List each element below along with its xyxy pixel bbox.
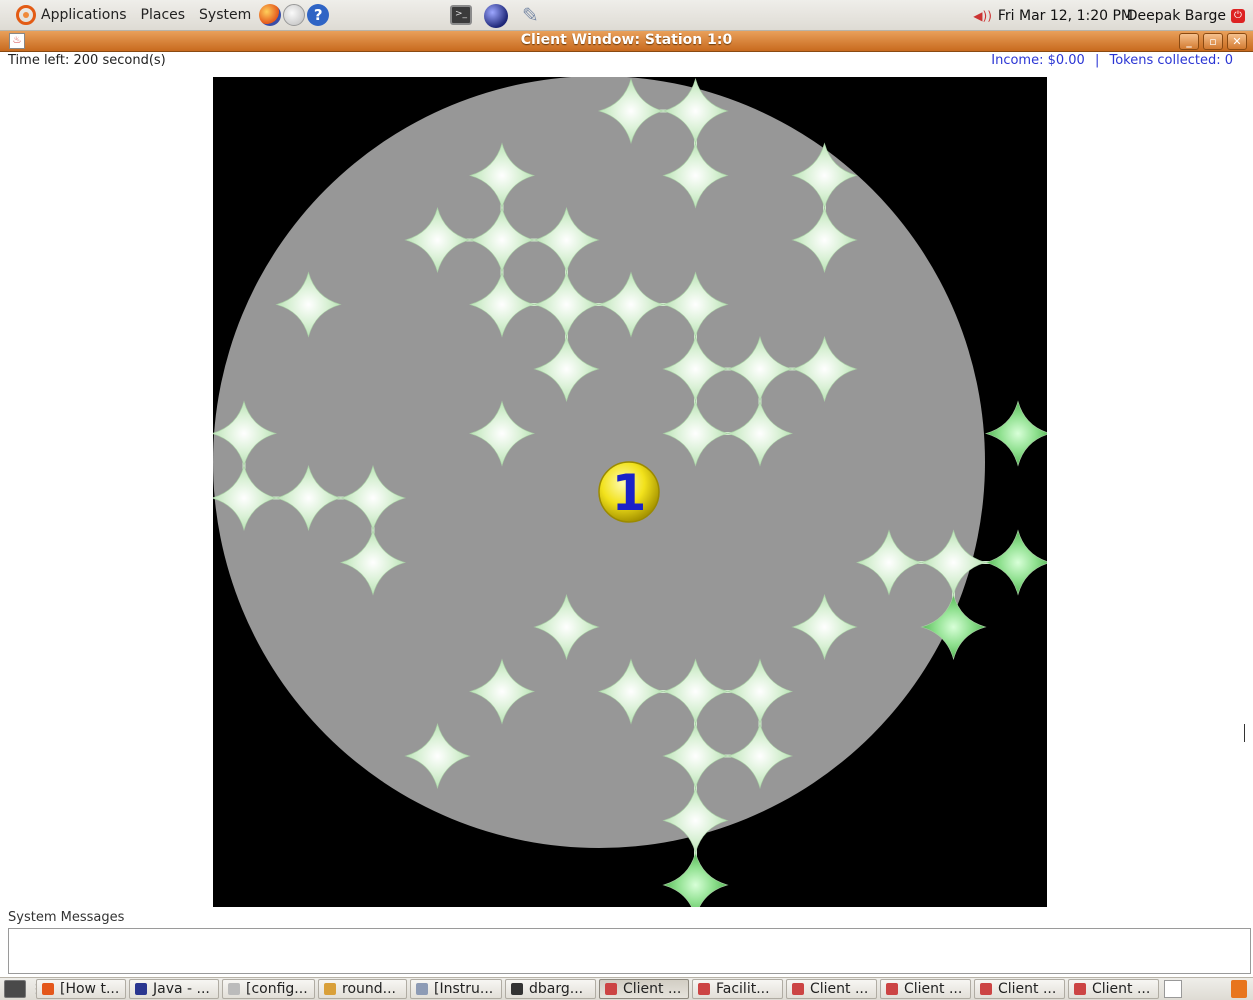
taskbar-item-label: Client ...	[904, 981, 963, 997]
taskbar-item-label: [How t...	[60, 981, 120, 997]
taskbar-item[interactable]: dbarg...	[505, 979, 596, 999]
score-readout: Income: $0.00 | Tokens collected: 0	[991, 53, 1233, 68]
editor-icon	[324, 983, 336, 995]
taskbar-item-label: Client ...	[810, 981, 869, 997]
java-icon	[792, 983, 804, 995]
token-sparkle-outside	[984, 400, 1047, 467]
taskbar-item[interactable]: Facilit...	[692, 979, 783, 999]
player-label: 1	[612, 464, 647, 522]
java-tray-icon[interactable]	[1164, 980, 1182, 998]
player[interactable]: 1	[598, 461, 660, 523]
firefox-launcher-icon[interactable]	[259, 4, 282, 26]
taskbar-item[interactable]: Client ...	[599, 979, 689, 999]
system-messages-label: System Messages	[8, 910, 125, 925]
taskbar-item-label: Client ...	[998, 981, 1057, 997]
tokens-collected: Tokens collected: 0	[1109, 53, 1234, 68]
eclipse-icon	[135, 983, 147, 995]
java-icon	[605, 983, 617, 995]
terminal-icon	[511, 983, 523, 995]
eclipse-icon[interactable]	[484, 4, 508, 28]
taskbar-item-label: [Instru...	[434, 981, 494, 997]
token-sparkle-outside	[984, 529, 1047, 596]
clock-area: ◀)) Fri Mar 12, 1:20 PM	[973, 0, 1133, 31]
user-switcher[interactable]: Deepak Barge ⏻	[1127, 0, 1245, 31]
token-sparkle-outside	[662, 851, 729, 907]
time-left: Time left: 200 second(s)	[8, 53, 166, 68]
taskbar-item[interactable]: round...	[318, 979, 407, 999]
top-panel: Applications Places System ? >_ ✎ ◀)) Fr…	[0, 0, 1253, 31]
window-title: Client Window: Station 1:0	[520, 32, 733, 48]
system-menu[interactable]: System	[192, 0, 258, 31]
task-list: [How t... Java - ... [config... round... [In…	[36, 979, 1162, 999]
help-launcher-icon[interactable]: ?	[307, 4, 330, 26]
taskbar-item[interactable]: [config...	[222, 979, 315, 999]
mail-launcher-icon[interactable]	[283, 4, 306, 26]
firefox-icon	[42, 983, 54, 995]
text-cursor	[1244, 724, 1245, 742]
pen-icon[interactable]: ✎	[522, 5, 544, 25]
taskbar-item[interactable]: [Instru...	[410, 979, 502, 999]
taskbar-item-label: Facilit...	[716, 981, 770, 997]
vision-circle	[213, 77, 985, 848]
java-icon	[886, 983, 898, 995]
taskbar-item-label: [config...	[246, 981, 308, 997]
taskbar-item[interactable]: Java - ...	[129, 979, 219, 999]
trash-icon[interactable]	[1231, 980, 1247, 998]
game-board[interactable]: 1	[213, 77, 1047, 907]
minimize-button[interactable]: _	[1179, 33, 1199, 50]
clock[interactable]: Fri Mar 12, 1:20 PM	[998, 8, 1133, 24]
window-title-bar[interactable]: ♨ Client Window: Station 1:0 _ ▫ ✕	[0, 31, 1253, 52]
income: Income: $0.00	[991, 53, 1085, 68]
taskbar-item-label: Java - ...	[153, 981, 210, 997]
applications-menu[interactable]: Applications	[0, 0, 134, 31]
game-canvas[interactable]: 1	[213, 77, 1047, 907]
applications-menu-label: Applications	[41, 7, 127, 23]
score-separator: |	[1094, 53, 1100, 68]
maximize-button[interactable]: ▫	[1203, 33, 1223, 50]
ubuntu-logo-icon	[16, 5, 36, 25]
user-name: Deepak Barge	[1126, 7, 1226, 24]
java-icon	[980, 983, 992, 995]
pen-icon	[416, 983, 428, 995]
terminal-icon[interactable]: >_	[450, 5, 472, 25]
taskbar-item-label: dbarg...	[529, 981, 584, 997]
taskbar: ⋮ [How t...Java - ...[config...round...[…	[0, 977, 1253, 1000]
power-icon[interactable]: ⏻	[1231, 8, 1245, 23]
taskbar-item-label: Client ...	[623, 981, 682, 997]
taskbar-item-label: round...	[342, 981, 396, 997]
show-desktop-button[interactable]	[4, 980, 26, 998]
taskbar-item[interactable]: Client ...	[786, 979, 877, 999]
taskbar-item[interactable]: Client ...	[974, 979, 1065, 999]
places-menu[interactable]: Places	[134, 0, 193, 31]
java-icon	[1074, 983, 1086, 995]
file-icon	[228, 983, 240, 995]
system-messages-area[interactable]	[8, 928, 1251, 974]
taskbar-item[interactable]: [How t...	[36, 979, 126, 999]
taskbar-item[interactable]: Client ...	[880, 979, 971, 999]
volume-icon[interactable]: ◀))	[973, 9, 992, 23]
taskbar-item[interactable]: Client ...	[1068, 979, 1159, 999]
close-button[interactable]: ✕	[1227, 33, 1247, 50]
java-icon	[698, 983, 710, 995]
taskbar-item-label: Client ...	[1092, 981, 1151, 997]
